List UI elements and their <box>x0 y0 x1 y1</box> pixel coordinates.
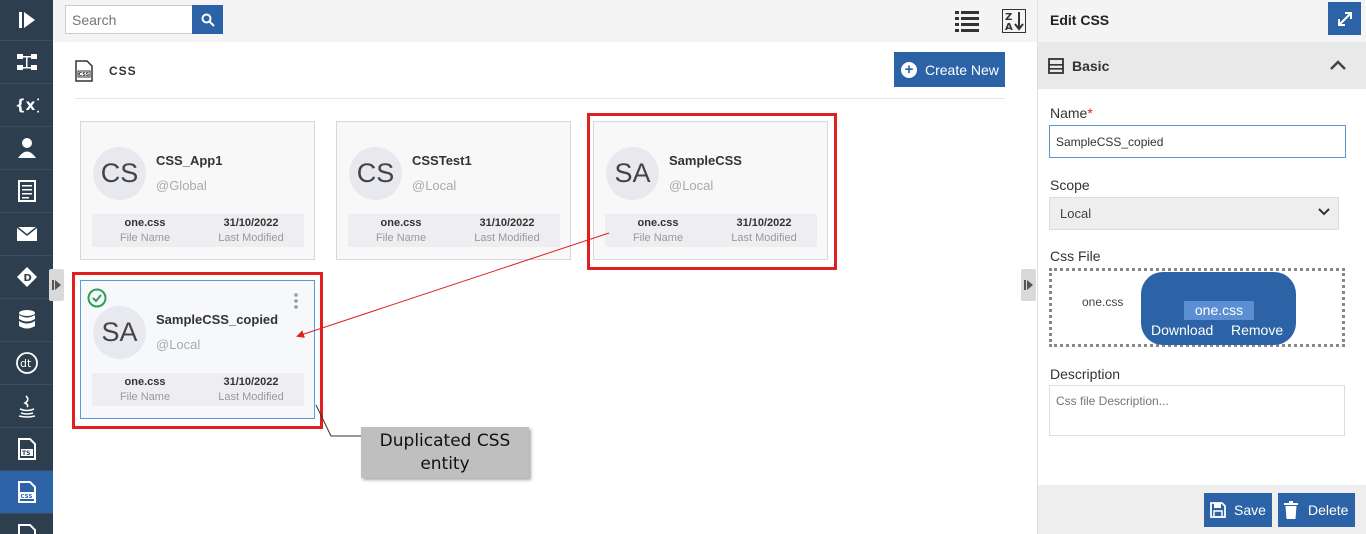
variables-icon[interactable]: {x} <box>0 83 53 126</box>
highlight-box-source <box>587 113 837 270</box>
panel-title: Edit CSS <box>1050 12 1110 28</box>
svg-text:dt: dt <box>20 357 32 370</box>
page-title: CSS <box>109 64 137 78</box>
required-mark: * <box>1087 105 1093 121</box>
section-header: CSS CSS <box>75 60 137 82</box>
play-logo-icon[interactable] <box>0 0 53 40</box>
description-field[interactable] <box>1049 385 1345 436</box>
svg-text:CSS: CSS <box>20 494 32 500</box>
search-button[interactable] <box>192 5 223 34</box>
save-icon <box>1210 502 1226 518</box>
text-file-icon[interactable]: T <box>0 513 53 534</box>
svg-text:{x}: {x} <box>15 96 39 114</box>
basic-section-label: Basic <box>1072 58 1110 74</box>
file-name-col: one.css File Name <box>92 217 198 244</box>
panel-header: Edit CSS <box>1038 0 1366 42</box>
divider <box>75 98 1005 99</box>
left-collapse-handle[interactable] <box>49 269 64 301</box>
last-modified-col: 31/10/2022 Last Modified <box>454 217 560 244</box>
file-name-col: one.css File Name <box>348 217 454 244</box>
css-card[interactable]: CS CSS_App1 @Global one.css File Name 31… <box>80 121 315 260</box>
css-file-label: Css File <box>1050 248 1101 264</box>
database-icon[interactable] <box>0 298 53 341</box>
avatar: CS <box>93 147 146 200</box>
expand-right-icon <box>1023 280 1033 290</box>
card-footer: one.css File Name 31/10/2022 Last Modifi… <box>348 214 560 247</box>
java-icon[interactable] <box>0 384 53 427</box>
app-root: {x} D dt TS CSS T <box>0 0 1366 534</box>
scope-value: Local <box>1060 206 1092 221</box>
card-footer: one.css File Name 31/10/2022 Last Modifi… <box>92 214 304 247</box>
svg-text:D: D <box>23 273 31 284</box>
name-field[interactable] <box>1049 125 1346 158</box>
last-modified-value: 31/10/2022 <box>223 217 279 229</box>
search-icon <box>201 13 215 27</box>
last-modified-col: 31/10/2022 Last Modified <box>198 217 304 244</box>
edit-panel: Edit CSS Basic Name* Scope Local Css Fil… <box>1037 0 1366 534</box>
list-view-icon[interactable] <box>955 10 979 37</box>
ts-file-icon[interactable]: TS <box>0 427 53 470</box>
workflow-icon[interactable] <box>0 40 53 83</box>
css-card[interactable]: CS CSSTest1 @Local one.css File Name 31/… <box>336 121 571 260</box>
user-icon[interactable] <box>0 126 53 169</box>
file-pill: one.css Download Remove <box>1141 272 1296 345</box>
name-label-row: Name* <box>1050 105 1093 121</box>
panel-footer: Save Delete <box>1038 485 1366 534</box>
dt-icon[interactable]: dt <box>0 341 53 384</box>
svg-text:CSS: CSS <box>79 72 90 78</box>
callout-line-1: Duplicated CSS <box>379 431 511 451</box>
css-file-dropzone[interactable]: one.css one.css Download Remove <box>1049 268 1345 347</box>
chevron-down-icon <box>1318 208 1330 216</box>
file-name-label: File Name <box>119 232 171 244</box>
svg-text:A: A <box>1005 22 1013 33</box>
description-label: Description <box>1050 366 1121 382</box>
scope-label: Scope <box>1050 177 1090 193</box>
download-link[interactable]: Download <box>1151 322 1213 338</box>
sidebar: {x} D dt TS CSS T <box>0 0 53 534</box>
plus-icon: + <box>901 61 917 78</box>
search-input[interactable] <box>65 5 193 34</box>
card-name: CSSTest1 <box>412 153 472 168</box>
create-new-label: Create New <box>925 61 999 78</box>
expand-arrows-icon <box>1337 11 1352 26</box>
last-modified-value: 31/10/2022 <box>479 217 535 229</box>
expand-button[interactable] <box>1328 2 1361 35</box>
last-modified-label: Last Modified <box>218 232 284 244</box>
highlight-box-copy <box>72 272 323 429</box>
trash-icon <box>1284 501 1298 519</box>
top-bar: ZA <box>53 0 1037 42</box>
scope-select[interactable]: Local <box>1049 197 1339 230</box>
mail-icon[interactable] <box>0 212 53 255</box>
delete-button[interactable]: Delete <box>1278 493 1355 527</box>
last-modified-label: Last Modified <box>474 232 540 244</box>
save-label: Save <box>1234 502 1266 518</box>
basic-section-header[interactable]: Basic <box>1038 42 1366 89</box>
chevron-up-icon[interactable] <box>1329 59 1347 71</box>
callout-line-2: entity <box>420 454 470 474</box>
annotation-callout: Duplicated CSS entity <box>361 427 529 478</box>
card-name: CSS_App1 <box>156 153 223 168</box>
diamond-icon[interactable]: D <box>0 255 53 298</box>
css-file-name: one.css <box>1082 295 1124 309</box>
name-label: Name <box>1050 105 1088 121</box>
svg-text:TS: TS <box>22 450 30 457</box>
file-name-value: one.css <box>124 217 166 229</box>
expand-right-icon <box>51 280 61 290</box>
file-name-label: File Name <box>375 232 427 244</box>
file-name-value: one.css <box>380 217 422 229</box>
save-button[interactable]: Save <box>1204 493 1272 527</box>
right-collapse-handle[interactable] <box>1021 269 1036 301</box>
card-scope: @Local <box>412 178 457 193</box>
card-scope: @Global <box>156 178 207 193</box>
css-file-icon[interactable]: CSS <box>0 470 53 513</box>
css-file-icon: CSS <box>75 60 93 82</box>
create-new-button[interactable]: + Create New <box>894 52 1005 87</box>
document-icon[interactable] <box>0 169 53 212</box>
remove-link[interactable]: Remove <box>1231 322 1283 338</box>
form-icon <box>1048 58 1064 74</box>
delete-label: Delete <box>1308 502 1349 518</box>
sort-alpha-icon[interactable]: ZA <box>1002 9 1026 38</box>
avatar: CS <box>349 147 402 200</box>
pill-file-name: one.css <box>1184 301 1254 320</box>
